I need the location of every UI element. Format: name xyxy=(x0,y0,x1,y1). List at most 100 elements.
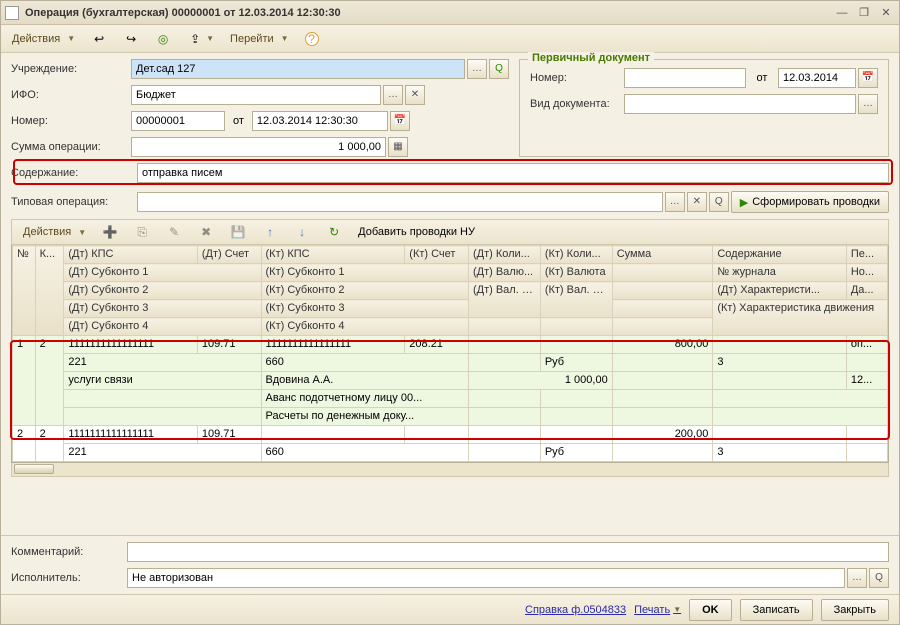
refresh-button[interactable]: ↻ xyxy=(321,221,347,243)
form-left: Учреждение: Дет.сад 127 … Q ИФО: Бюджет … xyxy=(11,59,509,157)
table-row[interactable]: Расчеты по денежным доку... xyxy=(13,408,888,426)
content-field[interactable]: отправка писем xyxy=(137,163,889,183)
restore-button[interactable]: ❐ xyxy=(855,5,873,21)
close-button[interactable]: Закрыть xyxy=(821,599,889,621)
reference-link[interactable]: Справка ф.0504833 xyxy=(525,604,626,616)
grid-h-scrollbar[interactable] xyxy=(11,463,889,477)
table-row[interactable]: услуги связи Вдовина А.А. 1 000,00 12... xyxy=(13,372,888,390)
form-top: Учреждение: Дет.сад 127 … Q ИФО: Бюджет … xyxy=(1,53,899,161)
table-row[interactable]: 1 2 1111111111111111 109.71 111111111111… xyxy=(13,336,888,354)
toolbar-btn-4[interactable]: ⇪▼ xyxy=(182,28,219,50)
form-mid: Содержание: отправка писем Типовая опера… xyxy=(1,161,899,483)
institution-open-button[interactable]: Q xyxy=(489,59,509,79)
col-dt-kps[interactable]: (Дт) КПС xyxy=(64,246,198,264)
edit-row-button[interactable]: ✎ xyxy=(161,221,187,243)
close-window-button[interactable]: ✕ xyxy=(877,5,895,21)
col-content[interactable]: Содержание xyxy=(713,246,847,264)
help-icon: ? xyxy=(305,32,319,46)
type-op-label: Типовая операция: xyxy=(11,196,127,208)
arrow-down-icon: ↓ xyxy=(294,224,310,240)
minimize-button[interactable]: — xyxy=(833,5,851,21)
ifo-field[interactable]: Бюджет xyxy=(131,85,381,105)
content-label: Содержание: xyxy=(11,167,127,179)
institution-field[interactable]: Дет.сад 127 xyxy=(131,59,465,79)
grid-toolbar: Действия ▼ ➕ ⎘ ✎ ✖ 💾 ↑ ↓ ↻ Добавить пров… xyxy=(11,219,889,245)
col-kt-qty[interactable]: (Кт) Коли... xyxy=(540,246,612,264)
executor-field[interactable]: Не авторизован xyxy=(127,568,845,588)
table-row[interactable]: 2 2 1111111111111111 109.71 200,00 xyxy=(13,426,888,444)
doctype-field[interactable] xyxy=(624,94,856,114)
copy-row-button[interactable]: ⎘ xyxy=(129,221,155,243)
primary-legend: Первичный документ xyxy=(528,52,654,64)
primary-number-label: Номер: xyxy=(530,72,616,84)
move-up-button[interactable]: ↑ xyxy=(257,221,283,243)
save-grid-button[interactable]: 💾 xyxy=(225,221,251,243)
primary-ot-label: от xyxy=(750,72,774,84)
ifo-clear-button[interactable]: ✕ xyxy=(405,85,425,105)
arrow-left-icon: ↩ xyxy=(91,31,107,47)
refresh-icon: ↻ xyxy=(326,224,342,240)
add-nu-button[interactable]: Добавить проводки НУ xyxy=(353,223,480,241)
accounting-operation-window: Операция (бухгалтерская) 00000001 от 12.… xyxy=(0,0,900,625)
number-field[interactable]: 00000001 xyxy=(131,111,225,131)
toolbar-btn-3[interactable]: ◎ xyxy=(150,28,176,50)
col-dt-qty[interactable]: (Дт) Коли... xyxy=(468,246,540,264)
number-label: Номер: xyxy=(11,115,127,127)
chevron-down-icon: ▼ xyxy=(673,605,681,614)
type-op-clear-button[interactable]: ✕ xyxy=(687,192,707,212)
primary-document-fieldset: Первичный документ Номер: от 12.03.2014 … xyxy=(519,59,889,157)
plus-icon: ◎ xyxy=(155,31,171,47)
table-row[interactable]: 221 660 Руб 3 xyxy=(13,444,888,462)
actions-menu[interactable]: Действия ▼ xyxy=(7,30,80,48)
type-op-field[interactable] xyxy=(137,192,663,212)
col-k[interactable]: К... xyxy=(35,246,64,336)
comment-field[interactable] xyxy=(127,542,889,562)
scrollbar-thumb[interactable] xyxy=(14,464,54,474)
col-per[interactable]: Пе... xyxy=(846,246,887,264)
help-button[interactable]: ? xyxy=(300,29,324,49)
move-down-button[interactable]: ↓ xyxy=(289,221,315,243)
sum-calc-button[interactable]: ▦ xyxy=(388,137,408,157)
primary-date-calendar-button[interactable]: 📅 xyxy=(858,68,878,88)
col-kt-acct[interactable]: (Кт) Счет xyxy=(405,246,469,264)
doctype-lookup-button[interactable]: … xyxy=(858,94,878,114)
col-dt-acct[interactable]: (Дт) Счет xyxy=(197,246,261,264)
ok-button[interactable]: OK xyxy=(689,599,732,621)
ifo-label: ИФО: xyxy=(11,89,127,101)
sum-field[interactable]: 1 000,00 xyxy=(131,137,386,157)
col-kt-kps[interactable]: (Кт) КПС xyxy=(261,246,405,264)
type-op-open-button[interactable]: Q xyxy=(709,192,729,212)
institution-lookup-button[interactable]: … xyxy=(467,59,487,79)
chevron-down-icon: ▼ xyxy=(281,34,289,43)
executor-open-button[interactable]: Q xyxy=(869,568,889,588)
delete-icon: ✖ xyxy=(198,224,214,240)
col-n[interactable]: № xyxy=(13,246,36,336)
date-field[interactable]: 12.03.2014 12:30:30 xyxy=(252,111,388,131)
play-icon: ▶ xyxy=(740,196,748,209)
chevron-down-icon: ▼ xyxy=(78,228,86,237)
goto-menu[interactable]: Перейти ▼ xyxy=(225,30,294,48)
save-button[interactable]: Записать xyxy=(740,599,813,621)
type-op-lookup-button[interactable]: … xyxy=(665,192,685,212)
executor-lookup-button[interactable]: … xyxy=(847,568,867,588)
grid-actions-menu[interactable]: Действия ▼ xyxy=(18,223,91,241)
primary-number-field[interactable] xyxy=(624,68,746,88)
footer: Справка ф.0504833 Печать▼ OK Записать За… xyxy=(1,594,899,624)
toolbar-btn-2[interactable]: ↪ xyxy=(118,28,144,50)
sum-label: Сумма операции: xyxy=(11,141,127,153)
form-postings-button[interactable]: ▶ Сформировать проводки xyxy=(731,191,889,213)
print-menu[interactable]: Печать▼ xyxy=(634,604,681,616)
plus-circle-icon: ➕ xyxy=(102,224,118,240)
add-row-button[interactable]: ➕ xyxy=(97,221,123,243)
table-row[interactable]: Аванс подотчетному лицу 00... xyxy=(13,390,888,408)
disk-icon: 💾 xyxy=(230,224,246,240)
primary-date-field[interactable]: 12.03.2014 xyxy=(778,68,856,88)
table-row[interactable]: 221 660 Руб 3 xyxy=(13,354,888,372)
delete-row-button[interactable]: ✖ xyxy=(193,221,219,243)
date-calendar-button[interactable]: 📅 xyxy=(390,111,410,131)
toolbar-btn-1[interactable]: ↩ xyxy=(86,28,112,50)
doctype-label: Вид документа: xyxy=(530,98,616,110)
col-sum[interactable]: Сумма xyxy=(612,246,713,264)
postings-grid[interactable]: № К... (Дт) КПС (Дт) Счет (Кт) КПС (Кт) … xyxy=(11,245,889,463)
ifo-lookup-button[interactable]: … xyxy=(383,85,403,105)
